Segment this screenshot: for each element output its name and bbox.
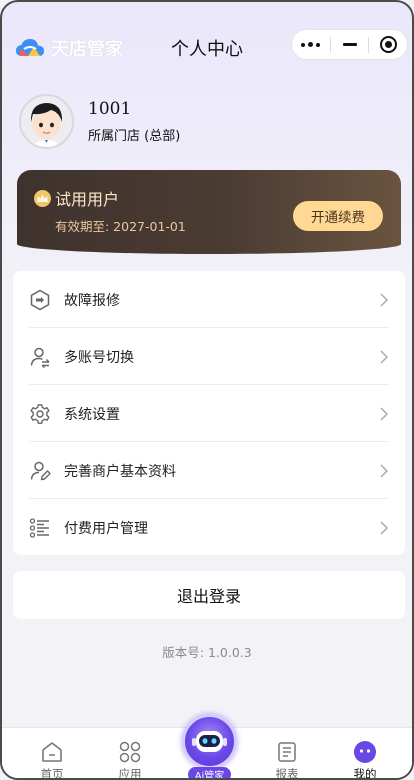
menu-list: 故障报修 多账号切换 系统设置 完善商户基本资料 付费用户管理	[13, 271, 405, 555]
menu-item-label: 多账号切换	[64, 349, 134, 366]
apps-icon	[119, 741, 141, 763]
menu-item-label: 完善商户基本资料	[64, 463, 176, 480]
tab-home[interactable]: 首页	[22, 728, 82, 780]
more-dots-icon	[301, 42, 321, 47]
ai-assistant-button[interactable]	[182, 714, 237, 769]
cartoon-avatar-icon	[21, 96, 72, 147]
menu-item-repair[interactable]: 故障报修	[29, 271, 389, 328]
profile-text: 1001 所属门店 (总部)	[88, 99, 180, 144]
profile-section[interactable]: 1001 所属门店 (总部)	[19, 94, 180, 149]
renew-button[interactable]: 开通续费	[293, 201, 383, 231]
close-target-icon	[379, 36, 397, 53]
robot-icon	[192, 731, 227, 752]
menu-item-paid-users[interactable]: 付费用户管理	[29, 499, 389, 556]
tab-label: 首页	[40, 767, 64, 780]
tab-apps[interactable]: 应用	[100, 728, 160, 780]
mini-program-capsule	[291, 29, 408, 60]
tab-label: 应用	[118, 767, 142, 780]
crown-icon	[34, 189, 51, 207]
store-label: 所属门店 (总部)	[88, 129, 181, 144]
minimize-icon	[342, 43, 357, 46]
header: 天店管家 个人中心	[2, 2, 412, 82]
tab-report[interactable]: 报表	[257, 728, 317, 780]
chevron-right-icon	[380, 406, 389, 421]
menu-item-settings[interactable]: 系统设置	[29, 385, 389, 442]
membership-title: 试用用户	[34, 186, 119, 210]
tab-mine[interactable]: 我的	[335, 728, 395, 780]
repair-icon	[29, 289, 51, 311]
chevron-right-icon	[380, 520, 389, 535]
user-name: 1001	[88, 99, 132, 119]
more-button[interactable]	[292, 30, 330, 59]
version-label: 版本号: 1.0.0.3	[162, 645, 252, 660]
list-icon	[29, 517, 51, 539]
mine-icon	[354, 741, 376, 763]
settings-icon	[29, 403, 51, 425]
menu-item-merchant-info[interactable]: 完善商户基本资料	[29, 442, 389, 499]
membership-level: 试用用户	[55, 190, 120, 209]
logout-button[interactable]: 退出登录	[13, 571, 405, 619]
edit-profile-icon	[29, 460, 51, 482]
phone-frame: 天店管家 个人中心 1001 所属门店 (总部) 试用用户 有效期至: 2027…	[0, 0, 414, 780]
minimize-button[interactable]	[331, 30, 369, 59]
tab-label: 报表	[275, 767, 299, 780]
expire-date: 有效期至: 2027-01-01	[55, 219, 186, 234]
switch-account-icon	[29, 346, 51, 368]
chevron-right-icon	[380, 463, 389, 478]
menu-item-switch-account[interactable]: 多账号切换	[29, 328, 389, 385]
home-icon	[42, 742, 62, 762]
menu-item-label: 付费用户管理	[64, 520, 148, 537]
ai-assistant-label: Ai管家	[188, 767, 231, 778]
membership-card: 试用用户 有效期至: 2027-01-01 开通续费	[17, 170, 401, 254]
report-icon	[278, 742, 296, 762]
menu-item-label: 系统设置	[64, 406, 120, 423]
tab-label: 我的	[353, 767, 377, 780]
menu-item-label: 故障报修	[64, 292, 120, 309]
close-button[interactable]	[369, 30, 407, 59]
avatar[interactable]	[19, 94, 74, 149]
chevron-right-icon	[380, 292, 389, 307]
chevron-right-icon	[380, 349, 389, 364]
